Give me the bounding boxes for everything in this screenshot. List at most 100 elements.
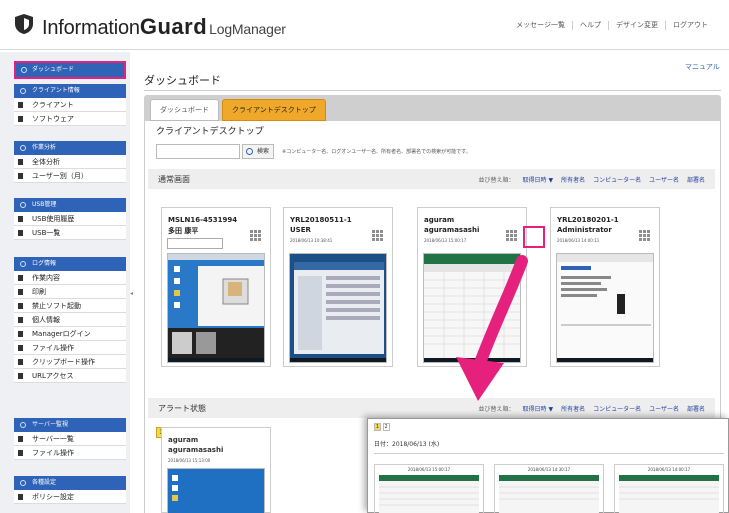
sort-by-computer[interactable]: コンピューター名 [593, 175, 641, 184]
sidebar-heading-settings[interactable]: 各種設定 [14, 476, 126, 490]
sidebar-heading-analysis[interactable]: 作業分析 [14, 141, 126, 155]
sidebar-item-usb-history[interactable]: USB使用履歴 [14, 212, 126, 226]
log-icon [20, 261, 26, 267]
sidebar-heading-logs[interactable]: ログ情報 [14, 257, 126, 271]
desktop-thumbnail[interactable] [167, 468, 265, 513]
popup-screenshot[interactable]: 2018/06/13 14:00:17 [614, 464, 724, 513]
sidebar-item-client[interactable]: クライアント [14, 98, 126, 112]
manual-link[interactable]: マニュアル [685, 62, 720, 72]
client-card[interactable]: YRL20180201-1 Administrator 2018/06/13 1… [550, 207, 660, 367]
sort-by-department[interactable]: 部署名 [687, 175, 705, 184]
grid-menu-icon[interactable] [639, 230, 651, 242]
desktop-thumbnail[interactable] [556, 253, 654, 363]
sort-by-department[interactable]: 部署名 [687, 404, 705, 413]
search-input[interactable] [156, 144, 240, 159]
client-card[interactable]: YRL20180511-1 USER 2018/06/13 10:38:41 [283, 207, 393, 367]
sort-label: 並び替え順： [478, 177, 515, 184]
tab-bar: ダッシュボード クライアントデスクトップ [144, 95, 721, 121]
popup-screenshot[interactable]: 2018/06/13 15:00:17 [374, 464, 484, 513]
sort-by-owner[interactable]: 所有者名 [561, 404, 585, 413]
search-note: ※コンピューター名、ログオンユーザー名、所有者名、部署名での検索が可能です。 [282, 149, 471, 155]
sort-by-user[interactable]: ユーザー名 [649, 404, 679, 413]
sidebar-item-software[interactable]: ソフトウェア [14, 112, 126, 126]
sidebar-section-usb: USB管理 USB使用履歴 USB一覧 [14, 198, 126, 240]
header-links: メッセージ一覧 ヘルプ デザイン変更 ログアウト [509, 21, 715, 30]
chart-icon [18, 173, 23, 179]
home-icon [21, 67, 27, 73]
popup-screenshot[interactable]: 2018/06/13 14:30:17 [494, 464, 604, 513]
client-icon [20, 88, 26, 94]
link-messages[interactable]: メッセージ一覧 [509, 21, 572, 30]
sidebar-dashboard-label: ダッシュボード [32, 66, 75, 73]
search-button[interactable]: 検索 [242, 144, 275, 159]
grid-menu-icon[interactable] [372, 230, 384, 242]
link-logout[interactable]: ログアウト [665, 21, 715, 30]
usb-icon [18, 216, 23, 222]
sort-by-date[interactable]: 取得日時 ▼ [523, 404, 554, 413]
sidebar-item-personal-info[interactable]: 個人情報 [14, 313, 126, 327]
section-title: クライアントデスクトップ [156, 127, 264, 137]
sort-by-user[interactable]: ユーザー名 [649, 175, 679, 184]
grid-icon-highlight [523, 226, 545, 248]
grid-menu-icon[interactable] [250, 230, 262, 242]
brand-information: Information [42, 17, 140, 39]
block-icon [18, 303, 23, 309]
chart-icon [18, 159, 23, 165]
sidebar-item-dashboard[interactable]: ダッシュボード [14, 61, 126, 79]
title-divider [144, 90, 721, 91]
sidebar-item-server-file-operation[interactable]: ファイル操作 [14, 446, 126, 460]
sidebar-item-file-operation[interactable]: ファイル操作 [14, 341, 126, 355]
card-computer-name: aguram [424, 216, 455, 224]
card-user-name: USER [290, 226, 311, 234]
sidebar-heading-client[interactable]: クライアント情報 [14, 84, 126, 98]
sidebar-item-user-monthly[interactable]: ユーザー別（月） [14, 169, 126, 183]
card-timestamp: 2018/06/13 10:38:41 [290, 238, 333, 243]
link-icon [18, 373, 23, 379]
alert-band: アラート状態 並び替え順： 取得日時 ▼ 所有者名 コンピューター名 ユーザー名… [148, 398, 715, 418]
sidebar-heading-usb[interactable]: USB管理 [14, 198, 126, 212]
link-design-change[interactable]: デザイン変更 [608, 21, 665, 30]
desktop-thumbnail[interactable] [289, 253, 387, 363]
sidebar-item-clipboard[interactable]: クリップボード操作 [14, 355, 126, 369]
sort-by-computer[interactable]: コンピューター名 [593, 404, 641, 413]
sidebar-item-manager-login[interactable]: Managerログイン [14, 327, 126, 341]
sidebar-heading-server[interactable]: サーバー監視 [14, 418, 126, 432]
card-timestamp: 2018/06/13 15:00:17 [424, 238, 467, 243]
search-icon [246, 148, 253, 155]
card-computer-name: MSLN16-4531994 [168, 216, 238, 224]
grid-menu-icon[interactable] [506, 230, 518, 242]
alert-sort-bar: 並び替え順： 取得日時 ▼ 所有者名 コンピューター名 ユーザー名 部署名 [479, 404, 705, 413]
sidebar-item-policy[interactable]: ポリシー設定 [14, 490, 126, 504]
link-help[interactable]: ヘルプ [572, 21, 608, 30]
page-title: ダッシュボード [144, 74, 221, 87]
app-root: InformationGuard LogManager メッセージ一覧 ヘルプ デ… [0, 0, 729, 513]
sort-bar: 並び替え順： 取得日時 ▼ 所有者名 コンピューター名 ユーザー名 部署名 [479, 175, 705, 184]
popup-pagination: 1 2 [374, 423, 390, 431]
server-icon [20, 422, 26, 428]
popup-page-button[interactable]: 1 [374, 423, 381, 431]
usb-icon [18, 230, 23, 236]
sidebar-item-url-access[interactable]: URLアクセス [14, 369, 126, 383]
tab-client-desktop[interactable]: クライアントデスクトップ [222, 99, 326, 121]
analysis-icon [20, 145, 26, 151]
card-computer-name: YRL20180511-1 [290, 216, 352, 224]
popup-shot-time: 2018/06/13 14:30:17 [527, 467, 571, 472]
sidebar-item-work-content[interactable]: 作業内容 [14, 271, 126, 285]
sidebar-item-overall-analysis[interactable]: 全体分析 [14, 155, 126, 169]
desktop-thumbnail[interactable] [167, 253, 265, 363]
sort-by-owner[interactable]: 所有者名 [561, 175, 585, 184]
sidebar-collapse-icon[interactable]: ◂ [130, 290, 133, 297]
popup-page-button[interactable]: 2 [382, 423, 390, 431]
sort-by-date[interactable]: 取得日時 ▼ [523, 175, 554, 184]
sidebar-item-usb-list[interactable]: USB一覧 [14, 226, 126, 240]
popup-shot-image [379, 475, 479, 513]
tab-dashboard[interactable]: ダッシュボード [150, 99, 219, 121]
software-icon [18, 116, 23, 122]
brand-logo[interactable]: InformationGuard LogManager [42, 14, 286, 40]
sidebar-item-forbidden-software[interactable]: 禁止ソフト起動 [14, 299, 126, 313]
sidebar-item-print[interactable]: 印刷 [14, 285, 126, 299]
sidebar-item-server-list[interactable]: サーバー一覧 [14, 432, 126, 446]
monitor-icon [18, 102, 23, 108]
alert-client-card[interactable]: aguram aguramasashi 2018/06/13 15:13:00 [161, 427, 271, 513]
client-card[interactable]: MSLN16-4531994 多田 康平 [161, 207, 271, 367]
